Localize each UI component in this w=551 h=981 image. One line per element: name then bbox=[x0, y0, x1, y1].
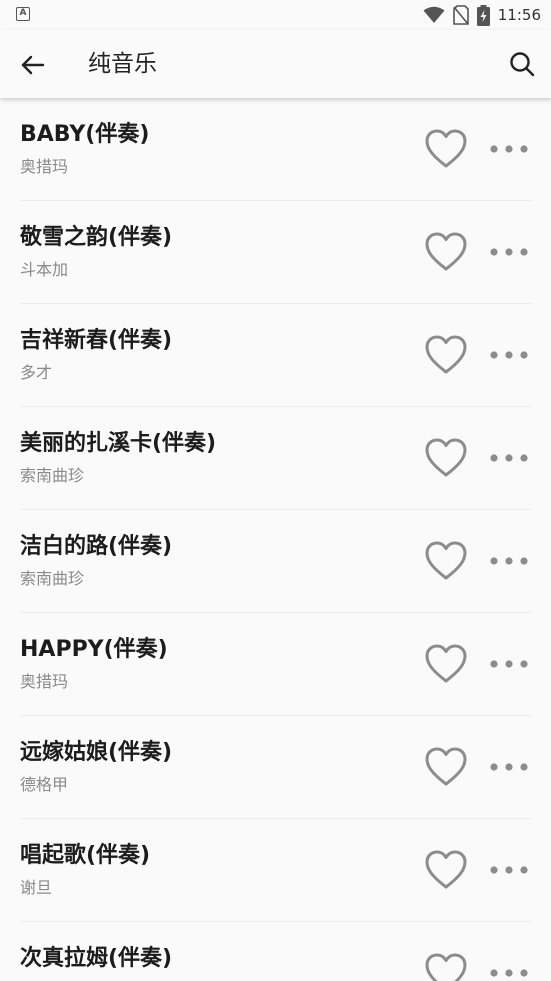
song-row[interactable]: 唱起歌(伴奏) 谢旦 bbox=[20, 819, 531, 922]
favorite-button[interactable] bbox=[424, 128, 468, 170]
song-title: 唱起歌(伴奏) bbox=[20, 843, 151, 868]
more-options-button[interactable] bbox=[488, 754, 530, 780]
favorite-button[interactable] bbox=[424, 540, 468, 582]
more-icon bbox=[490, 969, 528, 977]
more-icon bbox=[490, 351, 528, 359]
favorite-button[interactable] bbox=[424, 746, 468, 788]
heart-icon bbox=[425, 232, 467, 271]
favorite-button[interactable] bbox=[424, 437, 468, 479]
song-row[interactable]: 吉祥新春(伴奏) 多才 bbox=[20, 304, 531, 407]
favorite-button[interactable] bbox=[424, 849, 468, 891]
more-options-button[interactable] bbox=[488, 445, 530, 471]
a-icon: A bbox=[16, 7, 30, 21]
song-title: HAPPY(伴奏) bbox=[20, 637, 168, 662]
song-artist: 奥措玛 bbox=[20, 672, 69, 691]
song-title: 洁白的路(伴奏) bbox=[20, 534, 173, 559]
song-artist: 斗本加 bbox=[20, 260, 69, 279]
status-bar: A 11:56 bbox=[0, 0, 551, 30]
favorite-button[interactable] bbox=[424, 334, 468, 376]
app-bar: 纯音乐 bbox=[0, 30, 551, 98]
no-sim-icon bbox=[452, 5, 469, 25]
song-artist: 多才 bbox=[20, 363, 53, 382]
favorite-button[interactable] bbox=[424, 231, 468, 273]
status-icons: 11:56 bbox=[423, 4, 541, 26]
favorite-button[interactable] bbox=[424, 952, 468, 981]
more-options-button[interactable] bbox=[488, 239, 530, 265]
song-title: 吉祥新春(伴奏) bbox=[20, 328, 173, 353]
more-options-button[interactable] bbox=[488, 548, 530, 574]
song-artist: 德格甲 bbox=[20, 775, 69, 794]
more-icon bbox=[490, 248, 528, 256]
heart-icon bbox=[425, 129, 467, 168]
song-list: BABY(伴奏) 奥措玛 敬雪之韵(伴奏) 斗本加 吉祥新春(伴奏) 多才 美丽的扎溪卡(伴… bbox=[0, 98, 551, 981]
more-icon bbox=[490, 145, 528, 153]
wifi-icon bbox=[423, 6, 445, 23]
song-artist: 索南曲珍 bbox=[20, 466, 85, 485]
more-options-button[interactable] bbox=[488, 651, 530, 677]
heart-icon bbox=[425, 335, 467, 374]
song-row[interactable]: 美丽的扎溪卡(伴奏) 索南曲珍 bbox=[20, 407, 531, 510]
heart-icon bbox=[425, 747, 467, 786]
song-title: 美丽的扎溪卡(伴奏) bbox=[20, 431, 217, 456]
status-time: 11:56 bbox=[497, 6, 541, 24]
song-title: 敬雪之韵(伴奏) bbox=[20, 225, 173, 250]
search-icon bbox=[510, 52, 535, 77]
search-button[interactable] bbox=[507, 49, 537, 79]
more-options-button[interactable] bbox=[488, 960, 530, 981]
more-options-button[interactable] bbox=[488, 342, 530, 368]
battery-charging-icon bbox=[476, 4, 490, 26]
back-button[interactable] bbox=[18, 50, 48, 80]
arrow-left-icon bbox=[21, 55, 45, 75]
more-icon bbox=[490, 557, 528, 565]
song-artist: 索南曲珍 bbox=[20, 569, 85, 588]
song-title: BABY(伴奏) bbox=[20, 122, 150, 147]
more-icon bbox=[490, 660, 528, 668]
more-options-button[interactable] bbox=[488, 857, 530, 883]
heart-icon bbox=[425, 850, 467, 889]
more-icon bbox=[490, 866, 528, 874]
song-row[interactable]: 远嫁姑娘(伴奏) 德格甲 bbox=[20, 716, 531, 819]
song-row[interactable]: 敬雪之韵(伴奏) 斗本加 bbox=[20, 201, 531, 304]
page-title: 纯音乐 bbox=[88, 51, 157, 77]
song-artist: 谢旦 bbox=[20, 878, 53, 897]
song-artist: 奥措玛 bbox=[20, 157, 69, 176]
song-title: 次真拉姆(伴奏) bbox=[20, 946, 173, 971]
heart-icon bbox=[425, 438, 467, 477]
heart-icon bbox=[425, 644, 467, 683]
more-options-button[interactable] bbox=[488, 136, 530, 162]
more-icon bbox=[490, 454, 528, 462]
song-row[interactable]: 洁白的路(伴奏) 索南曲珍 bbox=[20, 510, 531, 613]
song-title: 远嫁姑娘(伴奏) bbox=[20, 740, 173, 765]
song-row[interactable]: 次真拉姆(伴奏) bbox=[20, 922, 531, 981]
more-icon bbox=[490, 763, 528, 771]
heart-icon bbox=[425, 541, 467, 580]
song-row[interactable]: HAPPY(伴奏) 奥措玛 bbox=[20, 613, 531, 716]
favorite-button[interactable] bbox=[424, 643, 468, 685]
song-row[interactable]: BABY(伴奏) 奥措玛 bbox=[20, 98, 531, 201]
heart-icon bbox=[425, 953, 467, 981]
